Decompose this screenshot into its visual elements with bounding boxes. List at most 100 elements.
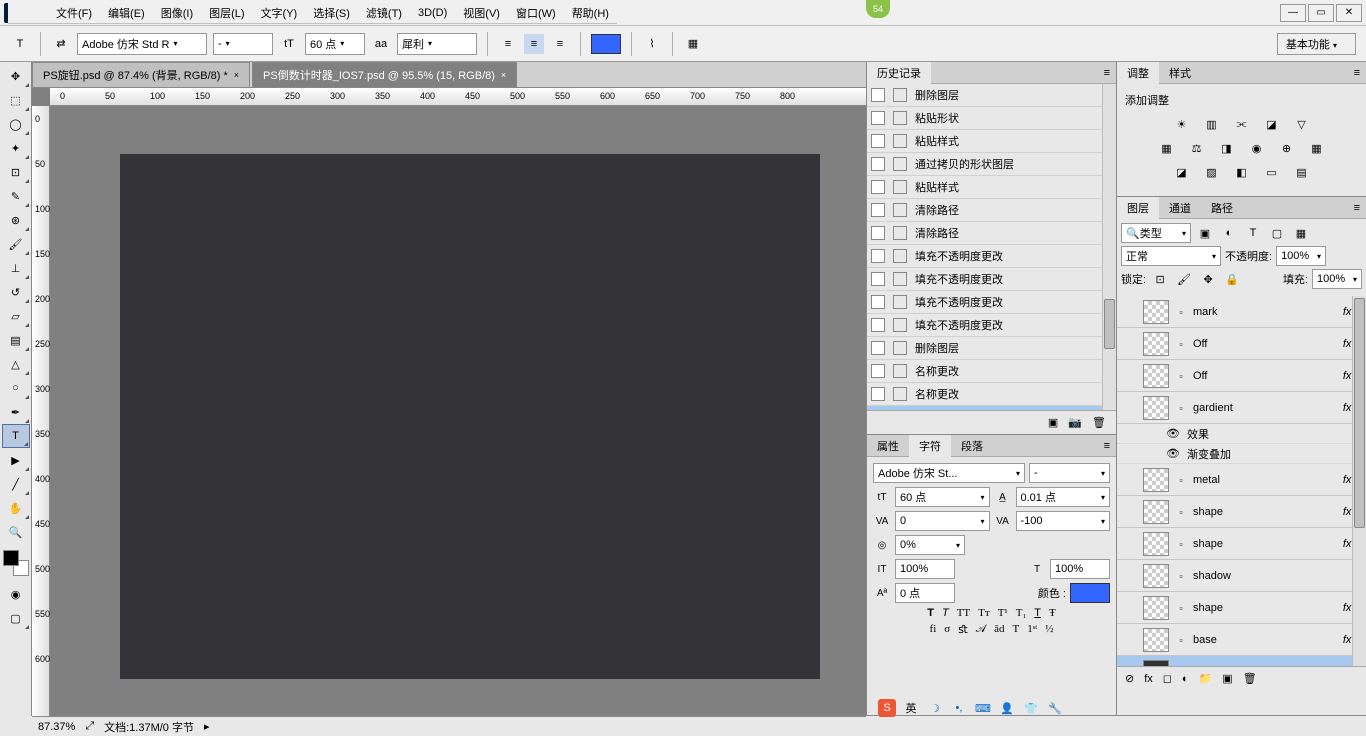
- scrollbar[interactable]: [1352, 296, 1366, 666]
- history-item[interactable]: 删除图层: [867, 84, 1116, 107]
- layer-item[interactable]: ▫shapefx ▾: [1117, 592, 1366, 624]
- menu-window[interactable]: 窗口(W): [508, 2, 564, 24]
- filter-adj-icon[interactable]: ◐: [1219, 225, 1239, 241]
- char-size-input[interactable]: 60 点▾: [895, 487, 990, 507]
- close-tab-icon[interactable]: ×: [234, 70, 239, 80]
- align-left-icon[interactable]: ≡: [498, 34, 518, 54]
- layer-item[interactable]: ▫shadow: [1117, 560, 1366, 592]
- history-check[interactable]: [871, 364, 885, 378]
- ime-logo-icon[interactable]: S: [878, 699, 896, 717]
- visibility-toggle[interactable]: [1121, 304, 1137, 320]
- character-tab[interactable]: 字符: [909, 435, 951, 457]
- layer-name[interactable]: shape: [1193, 506, 1223, 518]
- selective-color-icon[interactable]: ▤: [1292, 164, 1312, 180]
- fx-icon[interactable]: fx: [1144, 673, 1153, 685]
- balance-icon[interactable]: ⚖: [1187, 140, 1207, 156]
- zoom-tool[interactable]: 🔍: [2, 520, 30, 544]
- contextual-icon[interactable]: σ: [944, 623, 950, 636]
- adjustments-tab[interactable]: 调整: [1117, 62, 1159, 84]
- layer-thumbnail[interactable]: [1143, 468, 1169, 492]
- ime-shirt-icon[interactable]: 👕: [1022, 699, 1040, 717]
- history-item[interactable]: 粘贴样式: [867, 130, 1116, 153]
- orientation-icon[interactable]: ⇄: [51, 34, 71, 54]
- filter-pixel-icon[interactable]: ▣: [1195, 225, 1215, 241]
- screen-mode-icon[interactable]: ▢: [2, 606, 30, 630]
- history-item[interactable]: 粘贴样式: [867, 176, 1116, 199]
- align-center-icon[interactable]: ≡: [524, 34, 544, 54]
- layer-thumbnail[interactable]: [1143, 596, 1169, 620]
- menu-layer[interactable]: 图层(L): [201, 2, 252, 24]
- filter-type-icon[interactable]: T: [1243, 225, 1263, 241]
- menu-file[interactable]: 文件(F): [48, 2, 100, 24]
- layer-name[interactable]: 背景: [1193, 664, 1215, 667]
- opacity-input[interactable]: 100%▾: [1276, 246, 1326, 266]
- stylistic-icon[interactable]: 𝒜: [976, 623, 986, 636]
- layer-item[interactable]: ▫shapefx ▾: [1117, 496, 1366, 528]
- exposure-icon[interactable]: ◪: [1262, 116, 1282, 132]
- menu-image[interactable]: 图像(I): [153, 2, 201, 24]
- char-baseline-input[interactable]: 0 点: [895, 583, 955, 603]
- history-check[interactable]: [871, 111, 885, 125]
- align-right-icon[interactable]: ≡: [550, 34, 570, 54]
- history-check[interactable]: [871, 203, 885, 217]
- font-family-select[interactable]: Adobe 仿宋 Std R▾: [77, 33, 207, 55]
- delete-layer-icon[interactable]: 🗑: [1243, 672, 1257, 685]
- visibility-toggle[interactable]: 👁: [1165, 426, 1181, 442]
- layer-item[interactable]: ▫metalfx ▾: [1117, 464, 1366, 496]
- history-check[interactable]: [871, 341, 885, 355]
- layer-thumbnail[interactable]: [1143, 532, 1169, 556]
- layer-item[interactable]: ▫Offfx ▾: [1117, 360, 1366, 392]
- layer-name[interactable]: base: [1193, 634, 1217, 646]
- ime-lang-icon[interactable]: 英: [902, 699, 920, 717]
- lock-all-icon[interactable]: 🔒: [1222, 271, 1242, 287]
- stamp-tool[interactable]: ⊥: [2, 256, 30, 280]
- history-check[interactable]: [871, 226, 885, 240]
- history-item[interactable]: 填充不透明度更改: [867, 268, 1116, 291]
- gradient-tool[interactable]: ▤: [2, 328, 30, 352]
- curves-icon[interactable]: ⫘: [1232, 116, 1252, 132]
- history-item[interactable]: 清除路径: [867, 222, 1116, 245]
- layer-thumbnail[interactable]: [1143, 396, 1169, 420]
- char-scale-input[interactable]: 0%▾: [895, 535, 965, 555]
- invert-icon[interactable]: ◪: [1172, 164, 1192, 180]
- type-tool[interactable]: T: [2, 424, 30, 448]
- styles-tab[interactable]: 样式: [1159, 62, 1201, 84]
- history-tab[interactable]: 历史记录: [867, 62, 931, 84]
- layer-name[interactable]: Off: [1193, 338, 1207, 350]
- posterize-icon[interactable]: ▨: [1202, 164, 1222, 180]
- layer-thumbnail[interactable]: [1143, 660, 1169, 667]
- history-check[interactable]: [871, 272, 885, 286]
- layer-name[interactable]: shadow: [1193, 570, 1231, 582]
- wand-tool[interactable]: ✦: [2, 136, 30, 160]
- layer-thumbnail[interactable]: [1143, 564, 1169, 588]
- maximize-button[interactable]: ▭: [1308, 4, 1334, 22]
- history-item[interactable]: 清除路径: [867, 199, 1116, 222]
- ligature-icon[interactable]: fi: [930, 623, 937, 636]
- canvas[interactable]: [120, 154, 820, 679]
- ordinals-icon[interactable]: T: [1013, 623, 1020, 636]
- brightness-icon[interactable]: ☀: [1172, 116, 1192, 132]
- menu-type[interactable]: 文字(Y): [253, 2, 306, 24]
- heal-tool[interactable]: ⊛: [2, 208, 30, 232]
- layer-name[interactable]: shape: [1193, 538, 1223, 550]
- panel-menu-icon[interactable]: ≡: [1348, 67, 1366, 79]
- snapshot-icon[interactable]: 📷: [1068, 416, 1082, 429]
- eraser-tool[interactable]: ▱: [2, 304, 30, 328]
- char-leading-input[interactable]: 0.01 点▾: [1016, 487, 1111, 507]
- properties-tab[interactable]: 属性: [867, 435, 909, 457]
- menu-edit[interactable]: 编辑(E): [100, 2, 153, 24]
- underline-icon[interactable]: T: [1034, 607, 1041, 619]
- panel-menu-icon[interactable]: ≡: [1098, 440, 1116, 452]
- visibility-toggle[interactable]: [1121, 368, 1137, 384]
- ime-user-icon[interactable]: 👤: [998, 699, 1016, 717]
- history-item[interactable]: 填充不透明度更改: [867, 245, 1116, 268]
- visibility-toggle[interactable]: [1121, 504, 1137, 520]
- layer-thumbnail[interactable]: [1143, 628, 1169, 652]
- strike-icon[interactable]: Ŧ: [1049, 607, 1056, 619]
- char-color-swatch[interactable]: [1070, 583, 1110, 603]
- layer-thumbnail[interactable]: [1143, 332, 1169, 356]
- color-picker[interactable]: [3, 550, 29, 576]
- layer-thumbnail[interactable]: [1143, 500, 1169, 524]
- layer-thumbnail[interactable]: [1143, 364, 1169, 388]
- lock-pos-icon[interactable]: ✥: [1198, 271, 1218, 287]
